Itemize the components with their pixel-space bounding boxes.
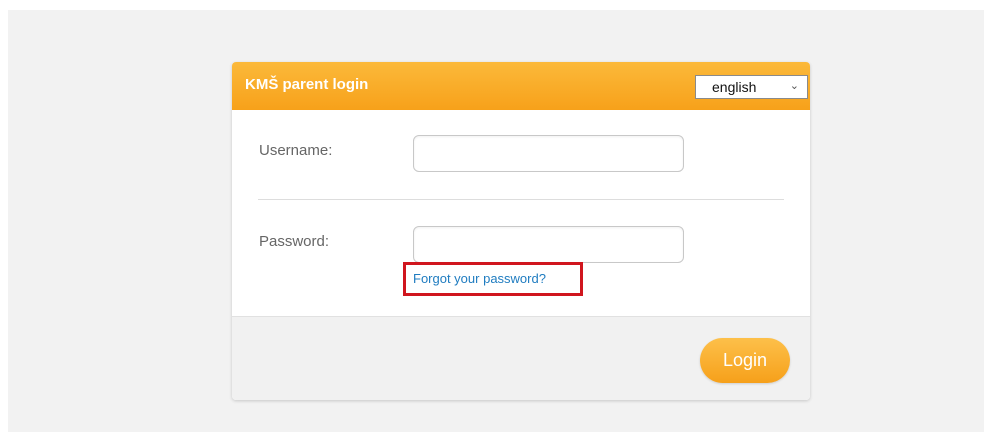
chevron-down-icon: ⌄ xyxy=(789,80,799,92)
login-footer: Login xyxy=(232,316,810,400)
password-input[interactable] xyxy=(413,226,684,263)
language-value: english xyxy=(712,79,757,95)
login-header: KMŠ parent login english ⌄ xyxy=(232,62,810,110)
login-title: KMŠ parent login xyxy=(245,76,369,93)
username-input[interactable] xyxy=(413,135,684,172)
form-divider xyxy=(258,199,784,200)
username-label: Username: xyxy=(259,142,333,159)
login-card: KMŠ parent login english ⌄ Username: Pas… xyxy=(232,62,810,400)
language-select[interactable]: english ⌄ xyxy=(695,75,808,99)
forgot-password-highlight: Forgot your password? xyxy=(403,262,583,296)
forgot-password-link[interactable]: Forgot your password? xyxy=(413,271,546,286)
login-button[interactable]: Login xyxy=(700,338,790,383)
password-label: Password: xyxy=(259,233,330,250)
